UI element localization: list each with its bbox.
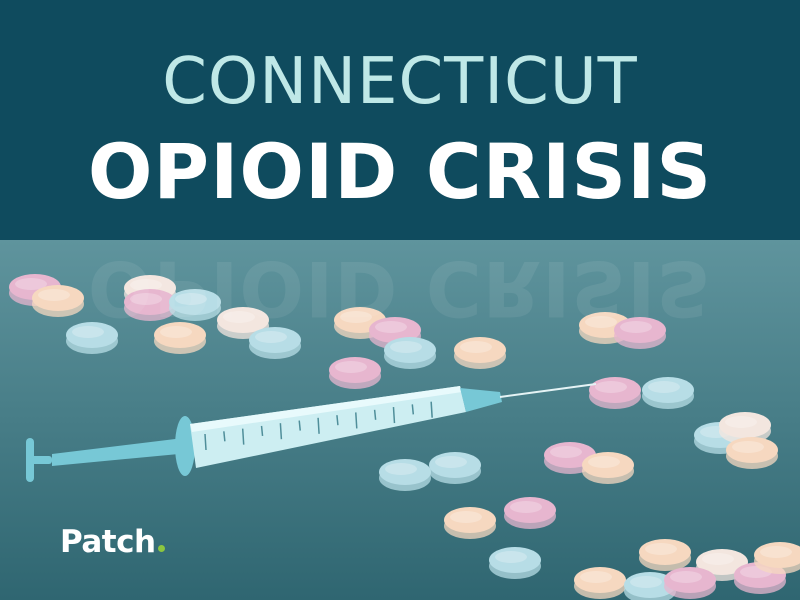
pill-shine [375, 321, 407, 333]
syringe-tick [430, 401, 433, 418]
pill-shine [760, 546, 792, 558]
pill-icon [582, 452, 634, 484]
patch-logo: Patch [60, 527, 165, 558]
pill-shine [223, 311, 255, 323]
pill-icon [66, 322, 118, 354]
pill-shine [130, 293, 162, 305]
pill-shine [725, 416, 757, 428]
pill-shine [645, 543, 677, 555]
patch-logo-text: Patch [60, 524, 156, 560]
patch-logo-dot-icon [157, 545, 165, 552]
pill-shine [435, 456, 467, 468]
pill-shine [175, 293, 207, 305]
pill-shine [702, 553, 734, 565]
pill-icon [639, 539, 691, 571]
pill-icon [664, 567, 716, 599]
syringe-tick [241, 428, 245, 445]
pill-icon [589, 377, 641, 409]
pill-shine [510, 501, 542, 513]
headline-line-1: CONNECTICUT [162, 45, 638, 119]
pill-icon [444, 507, 496, 539]
pill-icon [124, 289, 176, 321]
pill-shine [72, 326, 104, 338]
pill-icon [454, 337, 506, 369]
syringe-tick [260, 425, 264, 436]
syringe-tick [336, 415, 339, 426]
pill-shine [670, 571, 702, 583]
syringe-tick [373, 409, 377, 420]
pill-icon [726, 437, 778, 469]
pill-shine [390, 341, 422, 353]
syringe-tick [355, 412, 358, 429]
pill-icon [429, 452, 481, 484]
pill-shine [648, 381, 680, 393]
pill-icon [574, 567, 626, 599]
pill-shine [38, 289, 70, 301]
headline-line-2: OPIOID CRISIS [87, 127, 713, 216]
pill-shine [385, 463, 417, 475]
syringe-tick [223, 431, 226, 442]
pill-icon [379, 459, 431, 491]
pill-icon [249, 327, 301, 359]
pill-shine [460, 341, 492, 353]
pill-shine [588, 456, 620, 468]
pill-shine [335, 361, 367, 373]
pill-icon [489, 547, 541, 579]
header-banner: CONNECTICUT OPIOID CRISIS [0, 0, 800, 240]
pill-shine [495, 551, 527, 563]
pill-icon [329, 357, 381, 389]
pill-icon [614, 317, 666, 349]
pill-shine [255, 331, 287, 343]
pill-shine [595, 381, 627, 393]
pill-shine [450, 511, 482, 523]
pill-shine [160, 326, 192, 338]
syringe-tick [279, 423, 283, 440]
pill-icon [642, 377, 694, 409]
pill-shine [580, 571, 612, 583]
pill-icon [154, 322, 206, 354]
pill-shine [550, 446, 582, 458]
pill-shine [620, 321, 652, 333]
syringe-tick [411, 404, 415, 415]
pill-icon [32, 285, 84, 317]
plunger-cap [26, 438, 34, 482]
pill-icon [504, 497, 556, 529]
pill-shine [340, 311, 372, 323]
syringe-tick [298, 420, 301, 431]
pill-icon [384, 337, 436, 369]
pill-icon [754, 542, 800, 574]
syringe-tick [317, 417, 320, 434]
pill-shine [585, 316, 617, 328]
poster: CONNECTICUT OPIOID CRISIS Patch [0, 0, 800, 600]
syringe-tick [204, 433, 207, 451]
pill-shine [732, 441, 764, 453]
syringe-tick [392, 407, 396, 424]
pill-icon [169, 289, 221, 321]
pill-shine [630, 576, 662, 588]
